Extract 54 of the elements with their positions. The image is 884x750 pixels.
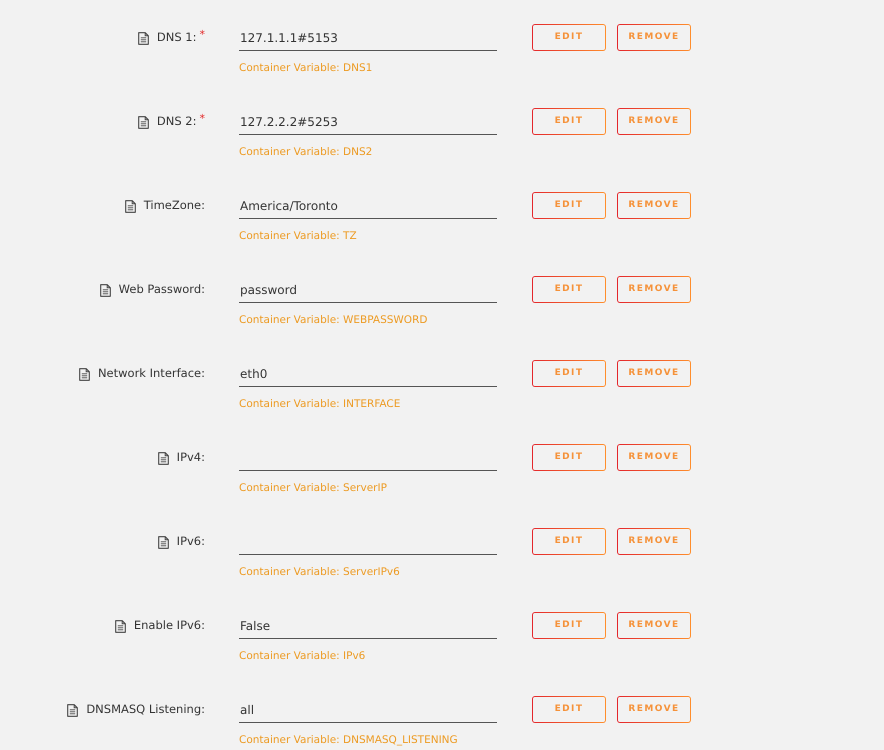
field-label: IPv4: [176, 449, 205, 466]
remove-button[interactable]: REMOVE [617, 696, 691, 723]
container-variable-hint: Container Variable: ServerIPv6 [239, 565, 401, 580]
remove-button[interactable]: REMOVE [617, 612, 691, 639]
document-icon [67, 704, 78, 716]
remove-button[interactable]: REMOVE [617, 24, 691, 51]
text-field[interactable]: all [239, 697, 497, 723]
edit-button[interactable]: EDIT [532, 108, 606, 135]
field-label: DNS 1: [156, 29, 196, 46]
container-variable-hint: Container Variable: IPv6 [239, 649, 366, 664]
container-variable-hint: Container Variable: DNS1 [239, 61, 374, 76]
remove-button[interactable]: REMOVE [617, 360, 691, 387]
document-icon [124, 200, 136, 212]
text-field[interactable]: 127.2.2.2#5253 [239, 109, 497, 135]
remove-button[interactable]: REMOVE [617, 192, 691, 219]
text-field[interactable]: password [239, 277, 497, 303]
edit-button[interactable]: EDIT [532, 528, 606, 555]
edit-button[interactable]: EDIT [532, 24, 606, 51]
edit-button[interactable]: EDIT [532, 192, 606, 219]
container-variable-hint: Container Variable: TZ [239, 229, 358, 244]
document-icon [78, 368, 90, 380]
remove-button[interactable]: REMOVE [617, 276, 691, 303]
field-label: IPv6: [176, 533, 205, 550]
container-variable-hint: Container Variable: DNS2 [239, 145, 374, 160]
field-label: DNS 2: [156, 113, 196, 130]
text-field[interactable]: 127.1.1.1#5153 [239, 25, 497, 51]
document-icon [158, 452, 169, 464]
container-variable-hint: Container Variable: INTERFACE [239, 397, 402, 412]
field-label: DNSMASQ Listening: [86, 701, 205, 718]
remove-button[interactable]: REMOVE [617, 528, 691, 555]
edit-button[interactable]: EDIT [532, 696, 606, 723]
document-icon [158, 536, 169, 548]
document-icon [138, 32, 149, 44]
field-label: Web Password: [118, 281, 205, 298]
field-label: Network Interface: [98, 365, 205, 382]
container-variable-hint: Container Variable: WEBPASSWORD [239, 313, 428, 328]
text-field[interactable]: False [239, 613, 497, 639]
field-label: TimeZone: [144, 197, 205, 214]
required-asterisk: * [200, 27, 205, 44]
container-variable-hint: Container Variable: DNSMASQ_LISTENING [239, 733, 459, 748]
edit-button[interactable]: EDIT [532, 444, 606, 471]
edit-button[interactable]: EDIT [532, 360, 606, 387]
text-field[interactable]: eth0 [239, 361, 497, 387]
edit-button[interactable]: EDIT [532, 276, 606, 303]
remove-button[interactable]: REMOVE [617, 108, 691, 135]
document-icon [138, 116, 149, 128]
remove-button[interactable]: REMOVE [617, 444, 691, 471]
required-asterisk: * [200, 111, 205, 128]
edit-button[interactable]: EDIT [532, 612, 606, 639]
text-field[interactable]: America/Toronto [239, 193, 497, 219]
field-label: Enable IPv6: [134, 617, 205, 634]
document-icon [100, 284, 111, 296]
document-icon [114, 620, 126, 632]
container-variable-hint: Container Variable: ServerIP [239, 481, 388, 496]
